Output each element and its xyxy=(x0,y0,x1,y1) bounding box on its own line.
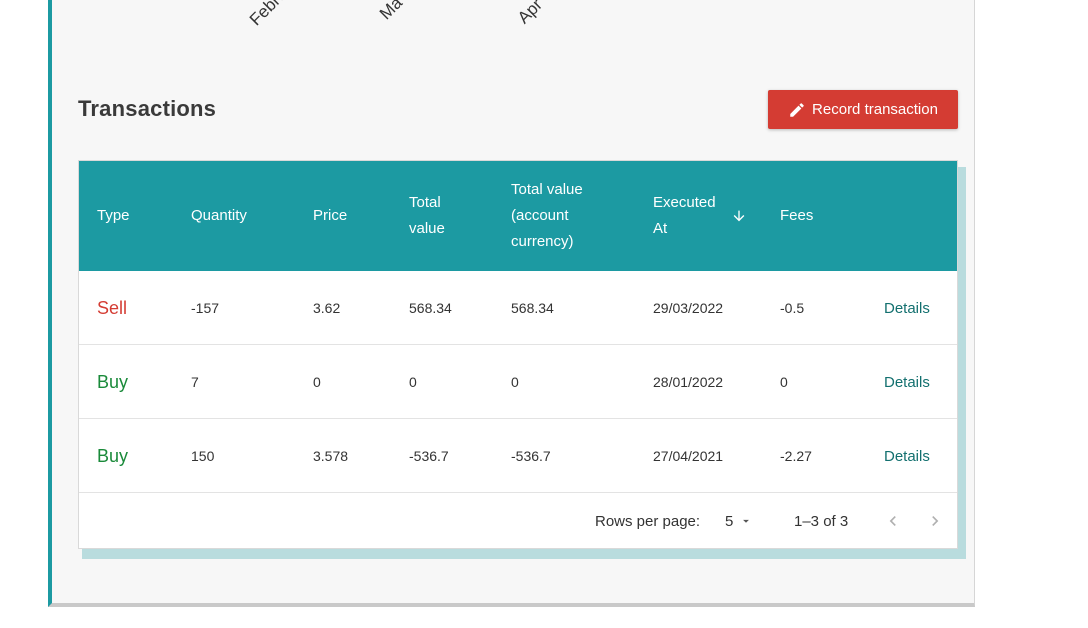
price-cell: 0 xyxy=(313,374,321,390)
transactions-table: Type Quantity Price Total value Total va… xyxy=(78,160,958,549)
chart-x-tick-label: Apr xyxy=(513,0,547,28)
column-header-type[interactable]: Type xyxy=(97,161,130,271)
transactions-card: Febru Ma Apr Transactions Record transac… xyxy=(48,0,975,607)
executed-at-cell: 28/01/2022 xyxy=(653,374,724,390)
chevron-left-icon xyxy=(889,516,896,526)
details-link[interactable]: Details xyxy=(884,448,930,465)
record-transaction-button[interactable]: Record transaction xyxy=(768,90,958,129)
details-link[interactable]: Details xyxy=(884,300,930,317)
pagination-range: 1–3 of 3 xyxy=(794,512,849,530)
fees-cell: 0 xyxy=(780,374,788,390)
column-header-price[interactable]: Price xyxy=(313,161,347,271)
column-header-total-value-account[interactable]: Total value (account currency) xyxy=(511,161,611,271)
column-header-executed-at[interactable]: Executed At xyxy=(653,161,763,271)
arrow-down-icon xyxy=(733,210,745,222)
table-header: Type Quantity Price Total value Total va… xyxy=(79,161,957,271)
total-value-account-cell: 0 xyxy=(511,374,519,390)
total-value-cell: 568.34 xyxy=(409,300,452,316)
chevron-right-icon xyxy=(932,516,939,526)
total-value-cell: 0 xyxy=(409,374,417,390)
total-value-account-cell: 568.34 xyxy=(511,300,554,316)
table-row: Buy 7 0 0 0 28/01/2022 0 Details xyxy=(79,345,957,419)
next-page-button[interactable] xyxy=(925,493,945,549)
quantity-cell: 150 xyxy=(191,448,215,464)
column-header-fees[interactable]: Fees xyxy=(780,161,813,271)
type-cell: Buy xyxy=(97,371,129,392)
rows-per-page-label: Rows per page: xyxy=(595,512,701,530)
section-title: Transactions xyxy=(78,96,217,121)
total-value-account-cell: -536.7 xyxy=(511,448,551,464)
column-header-total-value[interactable]: Total value xyxy=(409,161,469,271)
executed-at-cell: 27/04/2021 xyxy=(653,448,724,464)
type-cell: Sell xyxy=(97,297,128,318)
rows-per-page-select[interactable]: 5 xyxy=(725,493,753,549)
previous-page-button[interactable] xyxy=(883,493,903,549)
executed-at-cell: 29/03/2022 xyxy=(653,300,724,316)
price-cell: 3.578 xyxy=(313,448,349,464)
table-row: Sell -157 3.62 568.34 568.34 29/03/2022 … xyxy=(79,271,957,345)
price-cell: 3.62 xyxy=(313,300,341,316)
fees-cell: -2.27 xyxy=(780,448,812,464)
total-value-cell: -536.7 xyxy=(409,448,449,464)
record-transaction-label: Record transaction xyxy=(812,101,938,118)
rows-per-page-value: 5 xyxy=(725,512,734,530)
caret-down-icon xyxy=(743,519,750,523)
pencil-icon xyxy=(790,102,804,117)
chart-x-tick-label: Febru xyxy=(245,0,291,30)
chart-x-tick-label: Ma xyxy=(375,0,406,24)
table-row: Buy 150 3.578 -536.7 -536.7 27/04/2021 -… xyxy=(79,419,957,493)
type-cell: Buy xyxy=(97,445,129,466)
column-header-quantity[interactable]: Quantity xyxy=(191,161,247,271)
details-link[interactable]: Details xyxy=(884,374,930,391)
fees-cell: -0.5 xyxy=(780,300,805,316)
quantity-cell: 7 xyxy=(191,374,199,390)
quantity-cell: -157 xyxy=(191,300,220,316)
table-pagination: Rows per page: 5 1–3 of 3 xyxy=(79,493,957,549)
